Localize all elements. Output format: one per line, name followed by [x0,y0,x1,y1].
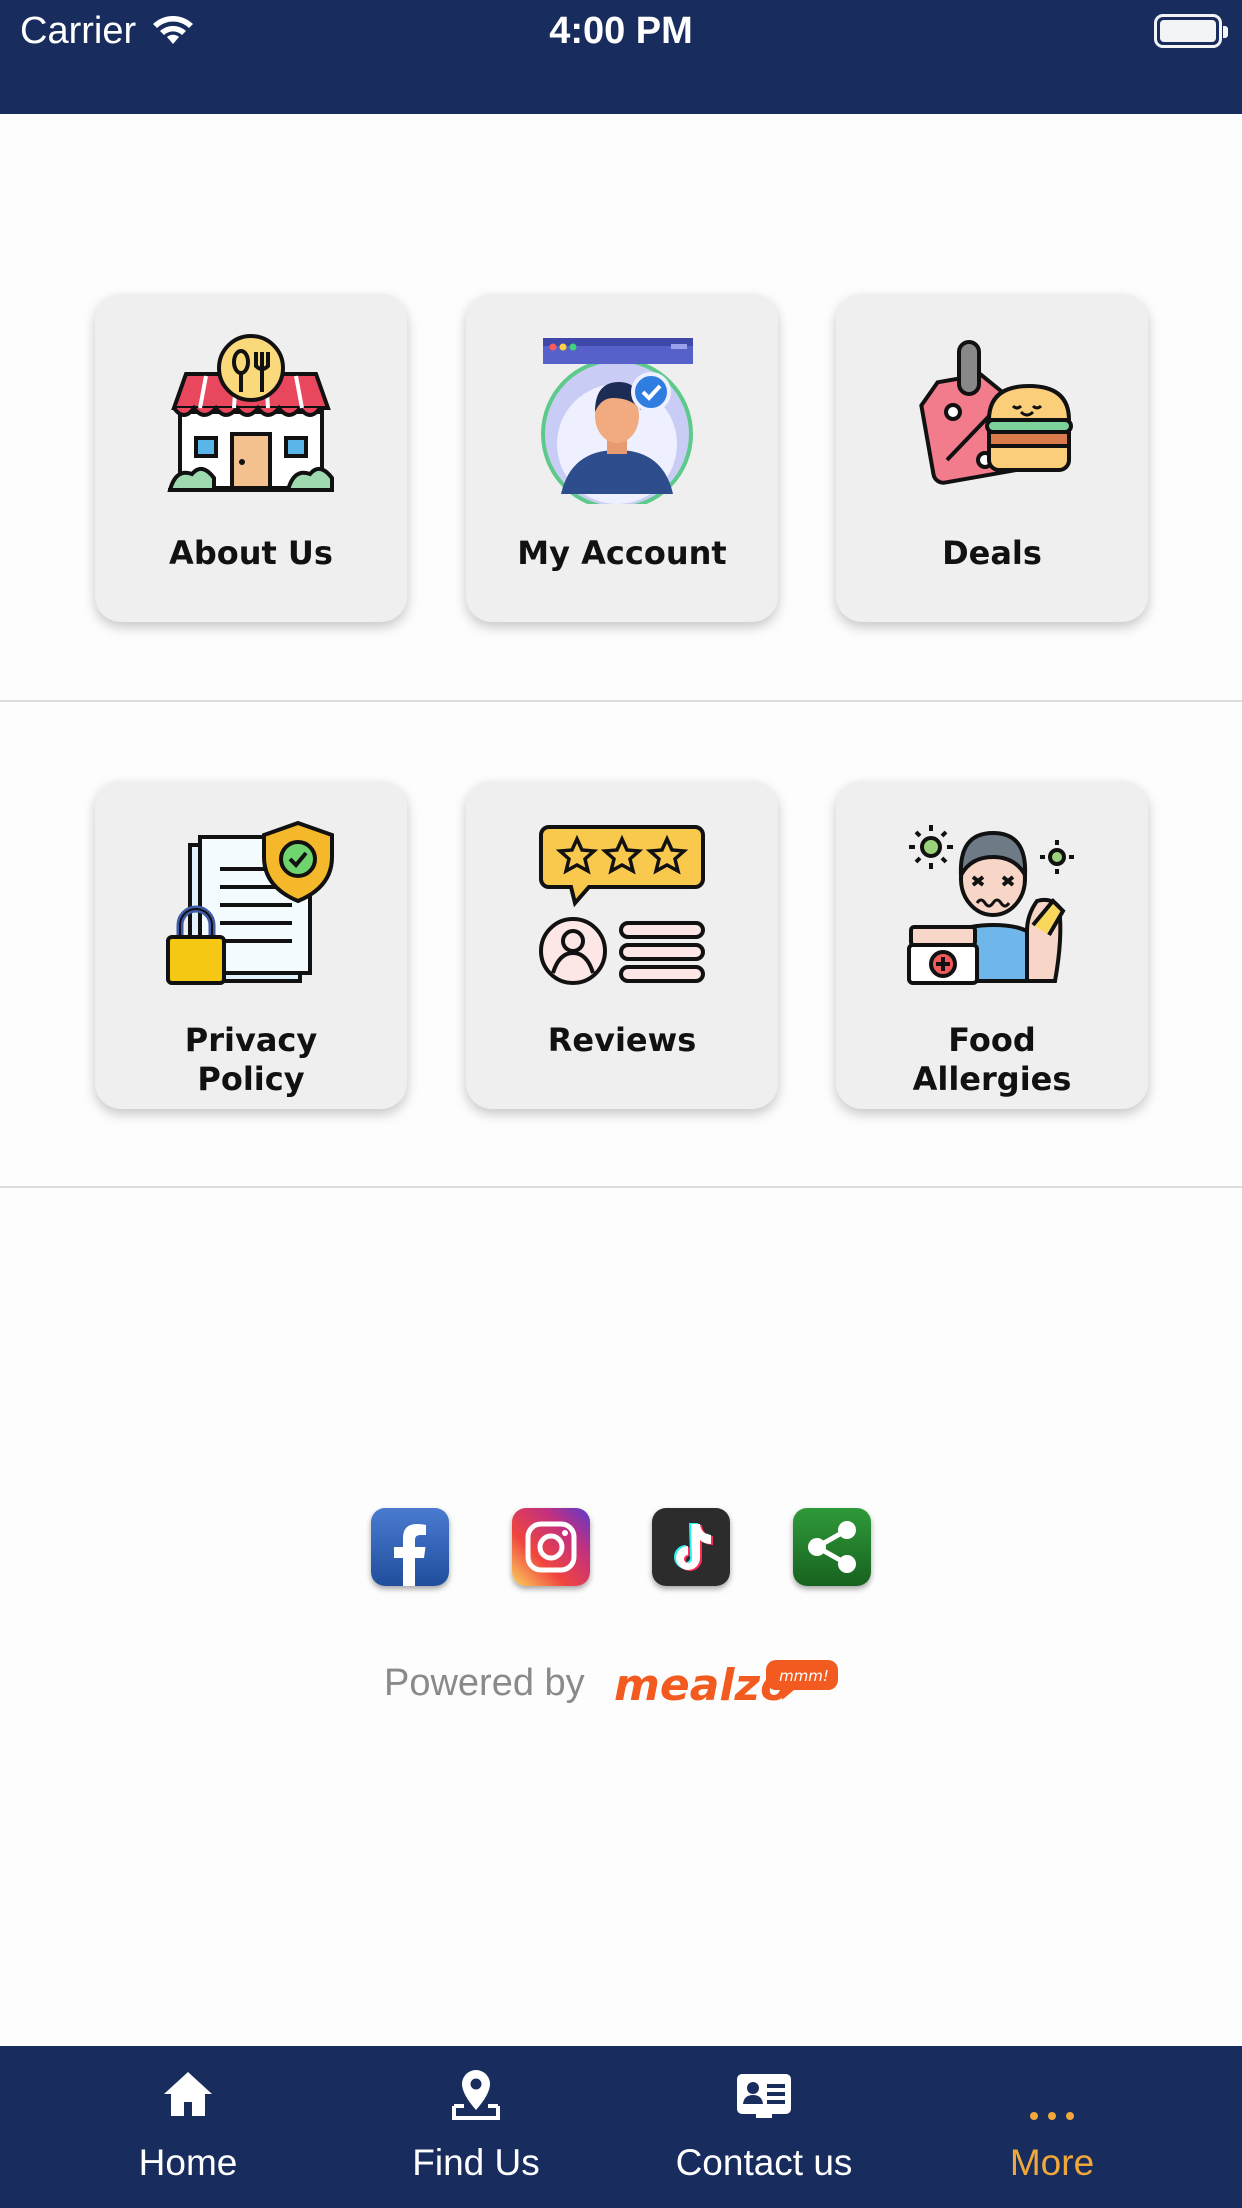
tiktok-icon [652,1508,730,1586]
restaurant-store-icon [167,334,334,492]
tab-home-label: Home [138,2142,238,2183]
battery-icon [1154,14,1228,48]
section-divider [0,700,1242,702]
reviews-label: Reviews [547,1021,697,1059]
tab-contact-us[interactable]: Contact us [634,2046,894,2208]
food-allergies-button[interactable]: Food Allergies [836,781,1148,1109]
powered-by-label: Powered by [384,1662,585,1704]
my-account-button[interactable]: My Account [466,294,778,622]
privacy-policy-label-line2: Policy [197,1060,305,1098]
facebook-icon [371,1508,449,1586]
verified-user-icon [541,338,693,504]
contact-card-icon [737,2074,791,2118]
about-us-label: About Us [169,534,333,572]
instagram-icon [512,1508,590,1586]
more-dots-icon [1030,2112,1074,2120]
price-tag-burger-icon [919,340,1073,485]
status-bar: Carrier 4:00 PM [0,0,1242,114]
tab-find-us[interactable]: Find Us [346,2046,606,2208]
food-allergy-icon [907,825,1074,985]
food-allergies-label-line2: Allergies [912,1060,1072,1098]
section-divider [0,1186,1242,1188]
food-allergies-label-line1: Food [948,1021,1036,1059]
privacy-document-icon [166,821,334,985]
deals-button[interactable]: Deals [836,294,1148,622]
star-reviews-icon [539,825,705,985]
deals-label: Deals [942,534,1042,572]
tab-contact-us-label: Contact us [675,2142,853,2183]
tab-home[interactable]: Home [58,2046,318,2208]
tiktok-button[interactable] [652,1508,730,1586]
about-us-button[interactable]: About Us [95,294,407,622]
brand-badge: mmm! [779,1667,829,1685]
my-account-label: My Account [517,534,727,572]
food-allergies-label: Food Allergies [836,1021,1148,1099]
mealzo-logo: mealzo mmm! [614,1660,838,1711]
privacy-policy-label: Privacy Policy [95,1021,407,1099]
tab-more-label: More [1009,2142,1095,2183]
privacy-policy-label-line1: Privacy [184,1021,318,1059]
home-icon [164,2072,212,2116]
brand-name: mealzo [614,1660,790,1711]
status-time: 4:00 PM [549,10,693,52]
share-button[interactable] [793,1508,871,1586]
tab-more[interactable]: More [922,2046,1182,2208]
location-pin-icon [452,2070,500,2120]
privacy-policy-button[interactable]: Privacy Policy [95,781,407,1109]
tab-find-us-label: Find Us [412,2142,540,2183]
facebook-button[interactable] [371,1508,449,1586]
share-icon [793,1508,871,1586]
instagram-button[interactable] [512,1508,590,1586]
tab-bar: Home Find Us Contact us More [0,2046,1242,2208]
reviews-button[interactable]: Reviews [466,781,778,1109]
